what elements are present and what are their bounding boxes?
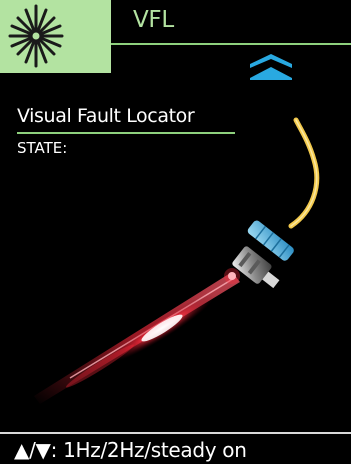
double-chevron-up-icon[interactable]	[246, 52, 296, 86]
vfl-screen: VFL Visual Fault Locator STATE: ▲/▼: 1Hz…	[0, 0, 351, 464]
footer-bar: ▲/▼: 1Hz/2Hz/steady on	[0, 432, 351, 464]
header-divider	[111, 43, 351, 45]
mode-icon-tab[interactable]	[0, 0, 111, 73]
app-title: VFL	[133, 7, 174, 33]
fiber-connector-illustration	[0, 112, 351, 436]
footer-hint: ▲/▼: 1Hz/2Hz/steady on	[14, 438, 247, 462]
laser-burst-icon	[8, 4, 64, 68]
